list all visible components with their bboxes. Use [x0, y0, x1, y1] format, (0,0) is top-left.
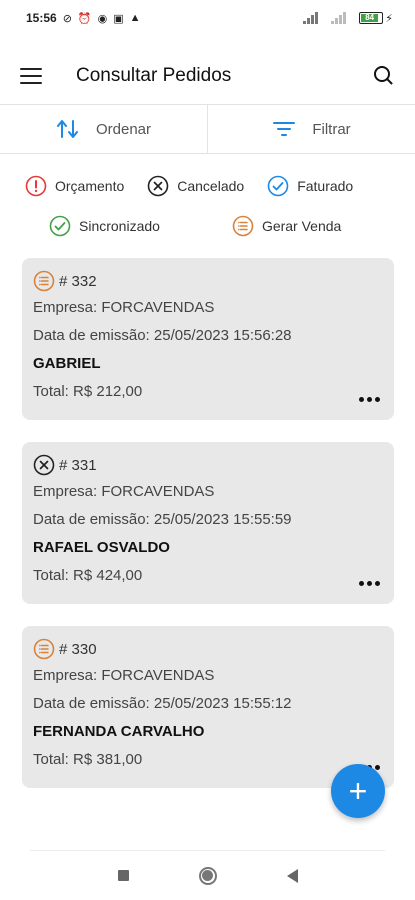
filter-button[interactable]: Filtrar [207, 105, 415, 153]
filter-icon [273, 122, 296, 136]
order-number: # 331 [59, 456, 97, 474]
signal-2-icon [331, 12, 353, 24]
order-total: Total: R$ 212,00 [33, 383, 143, 400]
order-client: FERNANDA CARVALHO [33, 723, 205, 740]
sort-label: Ordenar [95, 120, 152, 138]
charging-icon: ⚡ [385, 12, 393, 25]
status-time: 15:56 [26, 11, 57, 25]
a-app-icon: ▲ [129, 12, 141, 24]
order-company: Empresa: FORCAVENDAS [33, 483, 215, 500]
order-number: # 332 [59, 272, 97, 290]
list-circle-icon [33, 270, 55, 292]
legend-orcamento: Orçamento [25, 175, 124, 197]
legend-label: Sincronizado [79, 218, 160, 234]
notification-icons: ⊘ ⏰ ◉ ▣ ▲ [63, 12, 141, 25]
legend-label: Cancelado [177, 178, 245, 194]
x-circle-icon [147, 175, 169, 197]
order-total: Total: R$ 381,00 [33, 751, 143, 768]
page-title: Consultar Pedidos [76, 65, 232, 86]
order-date: Data de emissão: 25/05/2023 15:56:28 [33, 327, 292, 344]
back-icon[interactable] [286, 868, 298, 883]
filter-label: Filtrar [312, 120, 351, 138]
system-icons: 84 ⚡ [303, 12, 393, 25]
sort-icon [56, 120, 78, 138]
more-options-icon[interactable] [359, 397, 380, 402]
home-icon[interactable] [198, 866, 217, 885]
order-company: Empresa: FORCAVENDAS [33, 667, 215, 684]
legend-gerar-venda: Gerar Venda [232, 215, 341, 237]
order-company: Empresa: FORCAVENDAS [33, 299, 215, 316]
legend-label: Faturado [297, 178, 354, 194]
menu-icon[interactable] [20, 68, 42, 84]
order-client: GABRIEL [33, 355, 101, 372]
status-bar: 15:56 ⊘ ⏰ ◉ ▣ ▲ 84 ⚡ [0, 0, 415, 36]
alarm-icon: ⏰ [77, 12, 92, 25]
order-card[interactable]: # 330 Empresa: FORCAVENDAS Data de emiss… [22, 626, 394, 788]
x-circle-icon [33, 454, 55, 476]
legend-faturado: Faturado [267, 175, 353, 197]
order-number: # 330 [59, 640, 97, 658]
status-legend: Orçamento Cancelado Faturado Sincronizad… [0, 172, 415, 252]
legend-label: Orçamento [55, 178, 125, 194]
battery-icon: 84 ⚡ [359, 12, 393, 25]
exclamation-circle-icon [25, 175, 47, 197]
battery-level: 84 [361, 14, 379, 22]
list-circle-icon [232, 215, 254, 237]
legend-sincronizado: Sincronizado [49, 215, 160, 237]
order-date: Data de emissão: 25/05/2023 15:55:12 [33, 695, 292, 712]
toolbar: Ordenar Filtrar [0, 104, 415, 154]
legend-cancelado: Cancelado [147, 175, 244, 197]
search-icon[interactable] [373, 65, 395, 87]
add-order-button[interactable]: + [331, 764, 385, 818]
teams-icon: ▣ [113, 12, 124, 25]
legend-label: Gerar Venda [261, 218, 342, 234]
sort-button[interactable]: Ordenar [0, 105, 207, 153]
recent-apps-icon[interactable] [117, 870, 129, 881]
order-card[interactable]: # 331 Empresa: FORCAVENDAS Data de emiss… [22, 442, 394, 604]
check-circle-icon [267, 175, 289, 197]
no-sync-icon: ⊘ [62, 12, 72, 25]
list-circle-icon [33, 638, 55, 660]
order-total: Total: R$ 424,00 [33, 567, 143, 584]
order-date: Data de emissão: 25/05/2023 15:55:59 [33, 511, 292, 528]
check-circle-icon [49, 215, 71, 237]
more-options-icon[interactable] [359, 581, 380, 586]
order-card[interactable]: # 332 Empresa: FORCAVENDAS Data de emiss… [22, 258, 394, 420]
signal-icon [303, 12, 325, 24]
app-bar: Consultar Pedidos [0, 50, 415, 102]
system-nav-bar [30, 850, 385, 900]
app-notification-icon: ◉ [97, 12, 108, 25]
order-client: RAFAEL OSVALDO [33, 539, 170, 556]
